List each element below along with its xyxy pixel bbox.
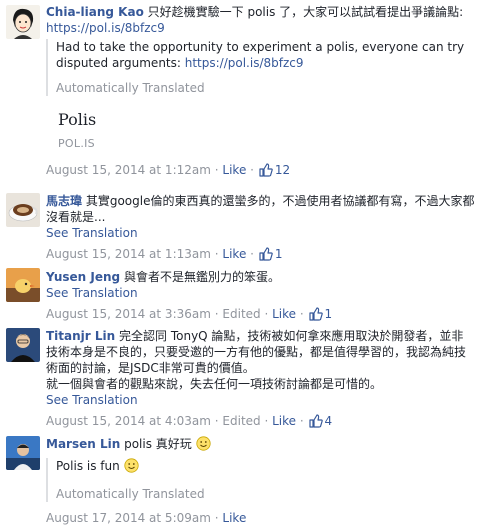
- comment-message: 其實google倫的東西真的還蠻多的，不過使用者協議都有寫，不過大家都沒看就是.…: [46, 194, 475, 224]
- avatar[interactable]: [6, 193, 40, 227]
- like-button[interactable]: Like: [222, 163, 246, 177]
- comment-timestamp[interactable]: August 15, 2014 at 1:12am: [46, 163, 211, 177]
- like-count[interactable]: 1: [275, 247, 283, 261]
- like-count[interactable]: 12: [275, 163, 290, 177]
- comment-link[interactable]: https://pol.is/8bfzc9: [46, 21, 165, 35]
- comment-author[interactable]: Yusen Jeng: [46, 270, 120, 284]
- comment-text: Titanjr Lin 完全認同 TonyQ 論點，技術被如何拿來應用取決於開發…: [46, 328, 475, 376]
- comment-text: Marsen Lin polis 真好玩: [46, 436, 475, 455]
- comment-author[interactable]: Marsen Lin: [46, 437, 120, 451]
- comment-meta: August 15, 2014 at 3:36am · Edited · Lik…: [46, 306, 475, 325]
- avatar[interactable]: [6, 436, 40, 470]
- thumbs-up-icon: [308, 307, 323, 325]
- comment-author[interactable]: Titanjr Lin: [46, 329, 115, 343]
- comment-thread: Chia-liang Kao 只好趁機實驗一下 polis 了，大家可以試試看提…: [0, 0, 481, 525]
- avatar-person-blue-icon: [6, 436, 40, 470]
- comment-meta: August 15, 2014 at 1:13am · Like · 1: [46, 246, 475, 265]
- avatar[interactable]: [6, 5, 40, 39]
- like-button[interactable]: Like: [272, 307, 296, 321]
- avatar-bird-icon: [6, 268, 40, 302]
- translation-block: Polis is fun Automatically Translated: [46, 458, 475, 502]
- comment-timestamp[interactable]: August 15, 2014 at 1:13am: [46, 247, 211, 261]
- edited-label[interactable]: Edited: [222, 414, 260, 428]
- translation-link[interactable]: https://pol.is/8bfzc9: [185, 56, 304, 70]
- like-button[interactable]: Like: [222, 511, 246, 525]
- translation-text: Polis is fun: [56, 459, 120, 473]
- avatar-cartoon-person-icon: [6, 5, 40, 39]
- comment-text: Yusen Jeng 與會者不是無鑑別力的笨蛋。: [46, 269, 475, 285]
- see-translation-link[interactable]: See Translation: [46, 285, 475, 301]
- avatar[interactable]: [6, 268, 40, 302]
- comment-author[interactable]: 馬志瑋: [46, 194, 82, 208]
- thumbs-up-icon: [259, 247, 273, 265]
- comment-timestamp[interactable]: August 15, 2014 at 3:36am: [46, 307, 211, 321]
- see-translation-link[interactable]: See Translation: [46, 225, 475, 241]
- like-count[interactable]: 1: [325, 307, 333, 321]
- auto-translated-label: Automatically Translated: [56, 81, 205, 95]
- comment-meta: August 15, 2014 at 1:12am · Like · 12: [46, 162, 475, 181]
- avatar-coffee-cup-icon: [6, 193, 40, 227]
- comment-author[interactable]: Chia-liang Kao: [46, 5, 144, 19]
- comment-message-line2: 就一個與會者的觀點來說，失去任何一項技術討論都是可惜的。: [46, 377, 383, 391]
- smile-emoji-icon: [123, 458, 139, 477]
- comment-meta: August 15, 2014 at 4:03am · Edited · Lik…: [46, 413, 475, 432]
- comment-text: 馬志瑋 其實google倫的東西真的還蠻多的，不過使用者協議都有寫，不過大家都沒…: [46, 193, 475, 225]
- thumbs-up-icon: [308, 414, 323, 432]
- smile-emoji-icon: [196, 436, 211, 455]
- comment-text: Chia-liang Kao 只好趁機實驗一下 polis 了，大家可以試試看提…: [46, 4, 475, 20]
- translation-block: Had to take the opportunity to experimen…: [46, 39, 475, 96]
- like-count[interactable]: 4: [325, 414, 333, 428]
- like-button[interactable]: Like: [272, 414, 296, 428]
- preview-title[interactable]: Polis: [58, 112, 475, 128]
- auto-translated-label: Automatically Translated: [56, 487, 205, 501]
- thumbs-up-icon: [259, 163, 273, 181]
- preview-domain: POL.IS: [58, 137, 95, 150]
- edited-label[interactable]: Edited: [222, 307, 260, 321]
- see-translation-link[interactable]: See Translation: [46, 392, 475, 408]
- comment-message: polis 真好玩: [124, 437, 192, 451]
- comment-timestamp[interactable]: August 15, 2014 at 4:03am: [46, 414, 211, 428]
- comment-message: 與會者不是無鑑別力的笨蛋。: [123, 270, 280, 284]
- comment-message: 只好趁機實驗一下 polis 了，大家可以試試看提出爭議論點:: [147, 5, 464, 19]
- link-preview[interactable]: Polis POL.IS: [46, 112, 475, 152]
- avatar-person-icon: [6, 328, 40, 362]
- like-button[interactable]: Like: [222, 247, 246, 261]
- comment-timestamp[interactable]: August 17, 2014 at 5:09am: [46, 511, 211, 525]
- avatar[interactable]: [6, 328, 40, 362]
